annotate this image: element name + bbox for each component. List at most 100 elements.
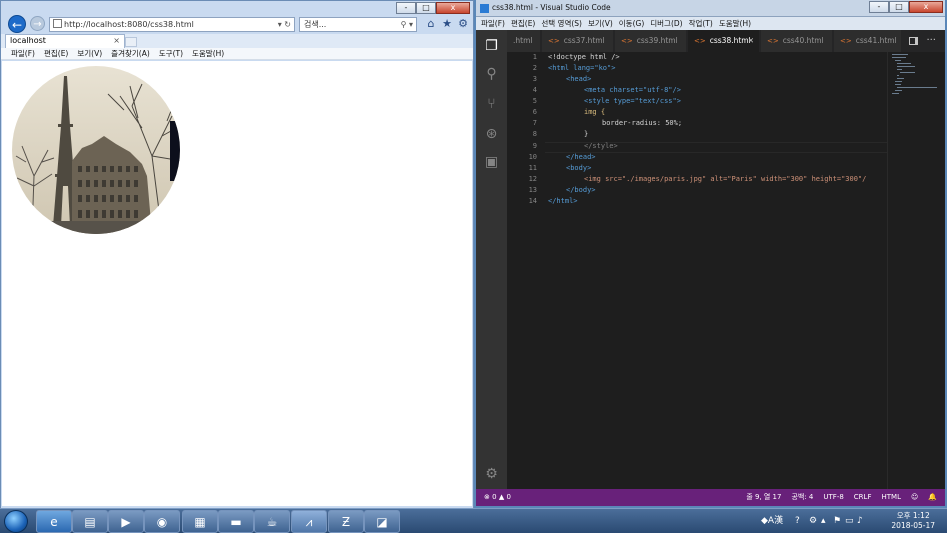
encoding[interactable]: UTF-8 — [823, 489, 843, 506]
split-editor-icon[interactable] — [909, 37, 918, 45]
more-actions-icon[interactable]: ··· — [926, 30, 936, 52]
line-number: 12 — [528, 175, 537, 183]
ime-icon[interactable]: ◆A漢 — [761, 515, 783, 527]
explorer-icon[interactable]: ▤ — [72, 510, 108, 533]
code-line: } — [584, 130, 589, 138]
back-button[interactable]: ← — [8, 15, 26, 33]
vscode-title: css38.html - Visual Studio Code — [492, 3, 611, 12]
html-file-icon: <> — [621, 37, 633, 45]
search-icon[interactable]: ⚲ — [483, 66, 500, 83]
help-icon[interactable]: ? — [795, 515, 800, 527]
tab-css39[interactable]: <> css39.html — [615, 30, 687, 52]
code-line: <img src="./images/paris.jpg" alt="Paris… — [584, 175, 867, 183]
vscode-menu-selection[interactable]: 선택 영역(S) — [541, 17, 582, 30]
ie-menu-file[interactable]: 파일(F) — [11, 48, 35, 59]
ie-menu-edit[interactable]: 편집(E) — [44, 48, 68, 59]
vscode-menu-debug[interactable]: 디버그(D) — [650, 17, 682, 30]
code-line: </style> — [584, 142, 618, 150]
tray-expand-icon[interactable]: ▴ — [821, 515, 826, 527]
tab-label: css41.html — [855, 36, 897, 45]
settings-gear-icon[interactable]: ⚙ — [483, 466, 500, 483]
tab-css40[interactable]: <> css40.html — [761, 30, 833, 52]
code-line: <head> — [566, 75, 592, 83]
vscode-minimize-button[interactable]: - — [869, 1, 889, 13]
chrome-icon[interactable]: ◉ — [144, 510, 180, 533]
tab-html[interactable]: .html — [507, 30, 541, 52]
code-line: <!doctype html /> — [548, 53, 620, 61]
media-player-icon[interactable]: ▶ — [108, 510, 144, 533]
vscode-caption-buttons: - □ x — [869, 1, 943, 13]
minimap[interactable] — [887, 52, 945, 489]
extensions-icon[interactable]: ▣ — [483, 154, 500, 171]
line-number: 11 — [528, 164, 537, 172]
ie-menu-view[interactable]: 보기(V) — [77, 48, 102, 59]
vscode-close-button[interactable]: x — [909, 1, 943, 13]
vscode-menubar: 파일(F) 편집(E) 선택 영역(S) 보기(V) 이동(G) 디버그(D) … — [476, 17, 945, 30]
line-number: 13 — [528, 186, 537, 194]
filezilla-icon[interactable]: Ƶ — [328, 510, 364, 533]
vscode-maximize-button[interactable]: □ — [889, 1, 909, 13]
line-number: 2 — [532, 64, 537, 72]
line-number: 10 — [528, 153, 537, 161]
start-button[interactable] — [4, 510, 28, 533]
address-text: http://localhost:8080/css38.html — [64, 20, 194, 29]
language-mode[interactable]: HTML — [881, 489, 900, 506]
tab-css41[interactable]: <> css41.html — [834, 30, 902, 52]
network-icon[interactable]: ▭ — [845, 515, 854, 527]
html-file-icon: <> — [548, 37, 560, 45]
settings-icon[interactable]: ⚙ — [809, 515, 817, 527]
paris-image — [12, 66, 180, 234]
ie-tab-close-icon[interactable]: × — [113, 35, 120, 47]
new-tab-button[interactable] — [125, 37, 137, 47]
volume-icon[interactable]: ♪ — [857, 515, 863, 527]
tab-css37[interactable]: <> css37.html — [542, 30, 614, 52]
cursor-position[interactable]: 줄 9, 열 17 — [746, 489, 781, 506]
line-number: 1 — [532, 53, 537, 61]
source-control-icon[interactable]: ⑂ — [483, 96, 500, 113]
vscode-menu-file[interactable]: 파일(F) — [481, 17, 505, 30]
vscode-menu-tasks[interactable]: 작업(T) — [689, 17, 713, 30]
ie-icon[interactable]: e — [36, 510, 72, 533]
explorer-files-icon[interactable]: ❐ — [483, 38, 500, 55]
ie-menu-favorites[interactable]: 즐겨찾기(A) — [111, 48, 150, 59]
java-icon[interactable]: ☕ — [254, 510, 290, 533]
code-editor[interactable]: 1 2 3 4 5 6 7 8 9 10 11 12 13 14 <!docty… — [507, 52, 945, 489]
vscode-icon[interactable]: ⩘ — [291, 510, 327, 533]
tab-close-icon[interactable]: ✕ — [748, 30, 754, 52]
line-ending[interactable]: CRLF — [854, 489, 872, 506]
problems-indicator[interactable]: ⊗ 0 ▲ 0 — [484, 489, 511, 506]
search-icon[interactable]: ⚲ ▾ — [401, 18, 413, 31]
address-bar[interactable]: http://localhost:8080/css38.html ▾ ↻ — [49, 17, 295, 32]
activity-bar: ❐ ⚲ ⑂ ⊛ ▣ ⚙ — [476, 30, 507, 489]
vscode-titlebar: css38.html - Visual Studio Code - □ x — [476, 0, 945, 17]
app-icon[interactable]: ◪ — [364, 510, 400, 533]
vscode-menu-help[interactable]: 도움말(H) — [719, 17, 751, 30]
ie-tab-localhost[interactable]: localhost × — [5, 34, 125, 48]
clock[interactable]: 오후 1:12 2018-05-17 — [891, 511, 935, 531]
ie-menu-tools[interactable]: 도구(T) — [159, 48, 183, 59]
html-file-icon: <> — [840, 37, 852, 45]
tab-css38[interactable]: <> css38.html ✕ — [688, 30, 760, 52]
debug-icon[interactable]: ⊛ — [483, 126, 500, 143]
search-input[interactable]: 검색... ⚲ ▾ — [299, 17, 417, 32]
vscode-menu-go[interactable]: 이동(G) — [619, 17, 644, 30]
vscode-menu-view[interactable]: 보기(V) — [588, 17, 613, 30]
home-icon[interactable]: ⌂ — [425, 17, 437, 30]
flag-icon[interactable]: ⚑ — [833, 515, 841, 527]
smiley-feedback-icon[interactable]: ☺ — [911, 489, 918, 506]
gear-icon[interactable]: ⚙ — [457, 17, 469, 30]
ie-menu-help[interactable]: 도움말(H) — [192, 48, 224, 59]
ie-nav-row: ← → http://localhost:8080/css38.html ▾ ↻… — [1, 13, 473, 35]
favorites-star-icon[interactable]: ★ — [441, 17, 453, 30]
tab-label: css40.html — [782, 36, 824, 45]
indentation[interactable]: 공백: 4 — [791, 489, 813, 506]
forward-button[interactable]: → — [30, 16, 45, 31]
bell-icon[interactable]: 🔔 — [928, 489, 937, 506]
page-icon — [53, 19, 62, 28]
cmd-icon[interactable]: ▬ — [218, 510, 254, 533]
powerpoint-icon[interactable]: ▦ — [182, 510, 218, 533]
warning-icon: ▲ — [498, 493, 505, 501]
vscode-menu-edit[interactable]: 편집(E) — [511, 17, 535, 30]
search-dropdown-icon[interactable]: ▾ ↻ — [278, 18, 291, 31]
code-line: <meta charset="utf-8"/> — [584, 86, 681, 94]
